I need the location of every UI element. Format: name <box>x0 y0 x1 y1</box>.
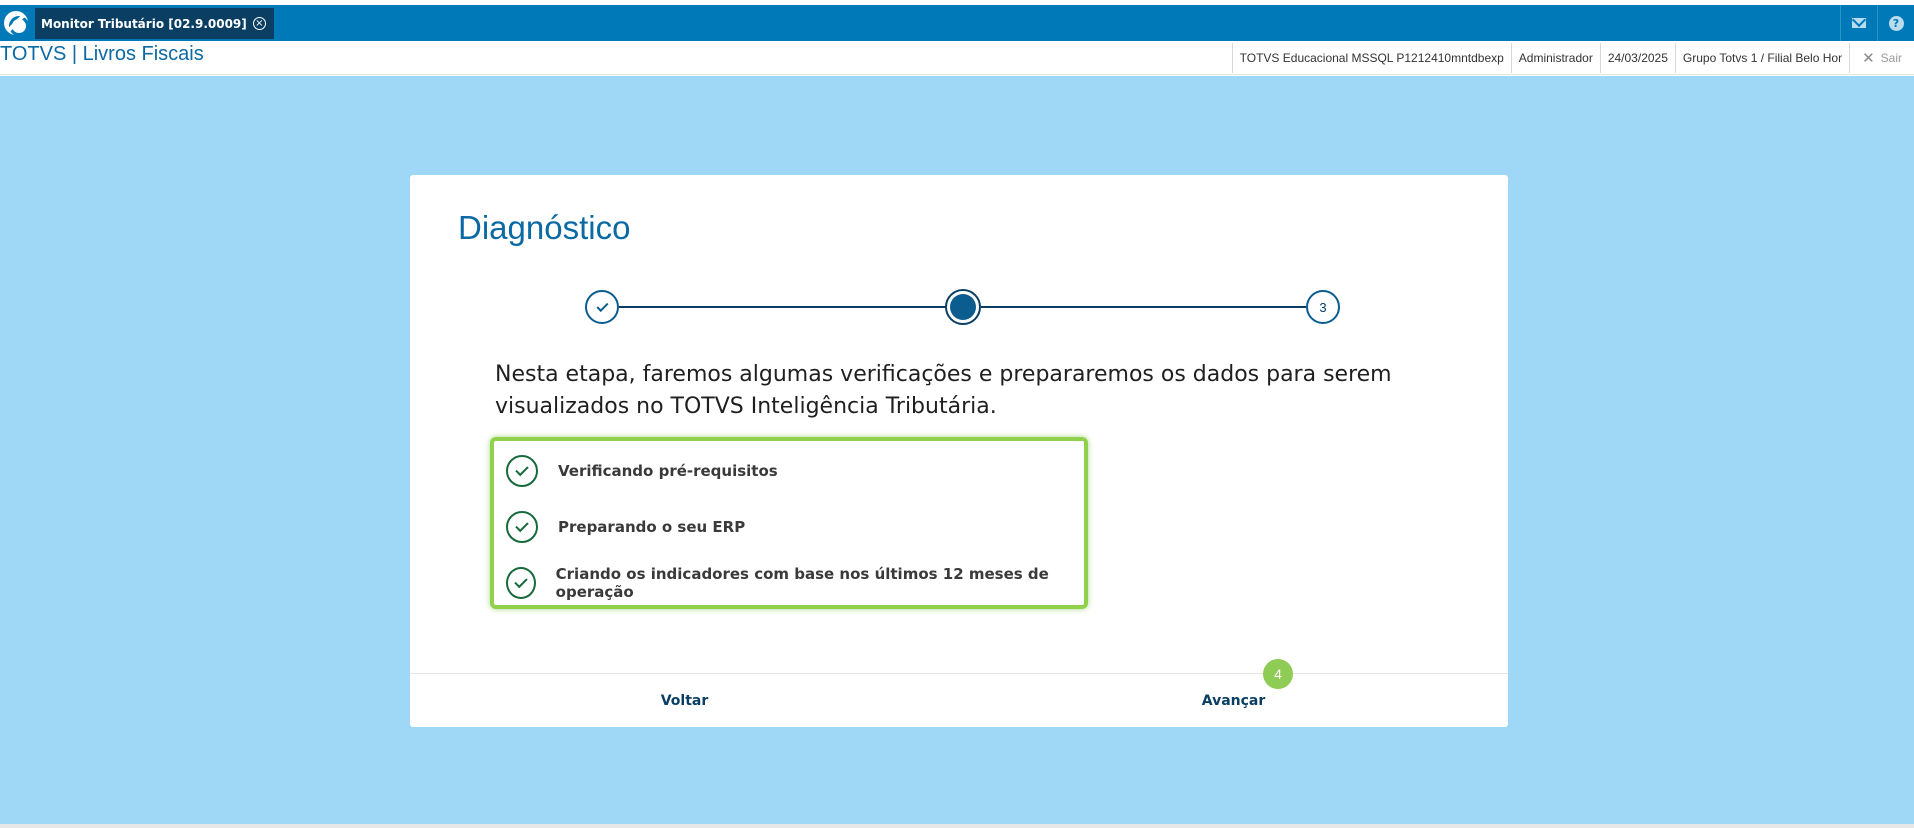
check-circle-icon <box>506 511 538 543</box>
page-title: Diagnóstico <box>458 209 631 246</box>
list-item: Verificando pré-requisitos <box>506 453 778 489</box>
step-3: 3 <box>1306 290 1340 324</box>
checklist-label: Verificando pré-requisitos <box>558 462 778 480</box>
wizard-card: Diagnóstico 3 Nesta etapa, faremos algum… <box>410 175 1508 727</box>
help-icon: ? <box>1888 15 1904 31</box>
checklist-label: Criando os indicadores com base nos últi… <box>555 565 1049 601</box>
app-title: TOTVS | Livros Fiscais <box>0 43 204 65</box>
list-item: Criando os indicadores com base nos últi… <box>506 565 1084 601</box>
exit-button[interactable]: ✕ Sair <box>1849 43 1914 73</box>
user-label: Administrador <box>1510 43 1600 73</box>
progress-checklist: Verificando pré-requisitos Preparando o … <box>490 437 1088 609</box>
wizard-footer: Voltar Avançar <box>410 673 1508 727</box>
tab-monitor-tributario[interactable]: Monitor Tributário [02.9.0009] × <box>35 8 274 39</box>
session-info-bar: TOTVS Educacional MSSQL P1212410mntdbexp… <box>1231 43 1914 73</box>
app-header: TOTVS | Livros Fiscais TOTVS Educacional… <box>0 41 1914 75</box>
topbar-actions: ? <box>1840 5 1914 41</box>
check-circle-icon <box>506 567 536 599</box>
step-connector <box>981 306 1306 308</box>
step-connector <box>619 306 946 308</box>
exit-label: Sair <box>1880 51 1902 65</box>
totvs-logo-icon[interactable] <box>4 11 29 36</box>
mail-button[interactable] <box>1840 5 1877 41</box>
check-icon <box>595 299 609 312</box>
checklist-label: Preparando o seu ERP <box>558 518 746 536</box>
check-circle-icon <box>506 455 538 487</box>
step-1 <box>585 290 619 324</box>
wizard-stepper: 3 <box>585 287 1340 327</box>
step-2 <box>945 289 981 325</box>
help-button[interactable]: ? <box>1877 5 1914 41</box>
mail-icon <box>1852 18 1866 28</box>
step-number: 3 <box>1319 299 1327 315</box>
list-item: Preparando o seu ERP <box>506 509 745 545</box>
close-icon: ✕ <box>1862 50 1875 67</box>
top-tab-bar: Monitor Tributário [02.9.0009] × ? <box>0 5 1914 41</box>
current-step-dot <box>950 294 976 320</box>
tab-title: Monitor Tributário [02.9.0009] <box>41 16 247 31</box>
environment-label: TOTVS Educacional MSSQL P1212410mntdbexp <box>1231 43 1511 73</box>
close-icon[interactable]: × <box>252 17 266 30</box>
branch-label: Grupo Totvs 1 / Filial Belo Hor <box>1674 43 1849 73</box>
date-label: 24/03/2025 <box>1599 43 1675 73</box>
step-description: Nesta etapa, faremos algumas verificaçõe… <box>495 362 1392 419</box>
back-button[interactable]: Voltar <box>410 674 959 728</box>
next-button[interactable]: Avançar <box>959 674 1508 728</box>
annotation-badge: 4 <box>1263 659 1293 689</box>
bottom-border <box>0 824 1914 828</box>
